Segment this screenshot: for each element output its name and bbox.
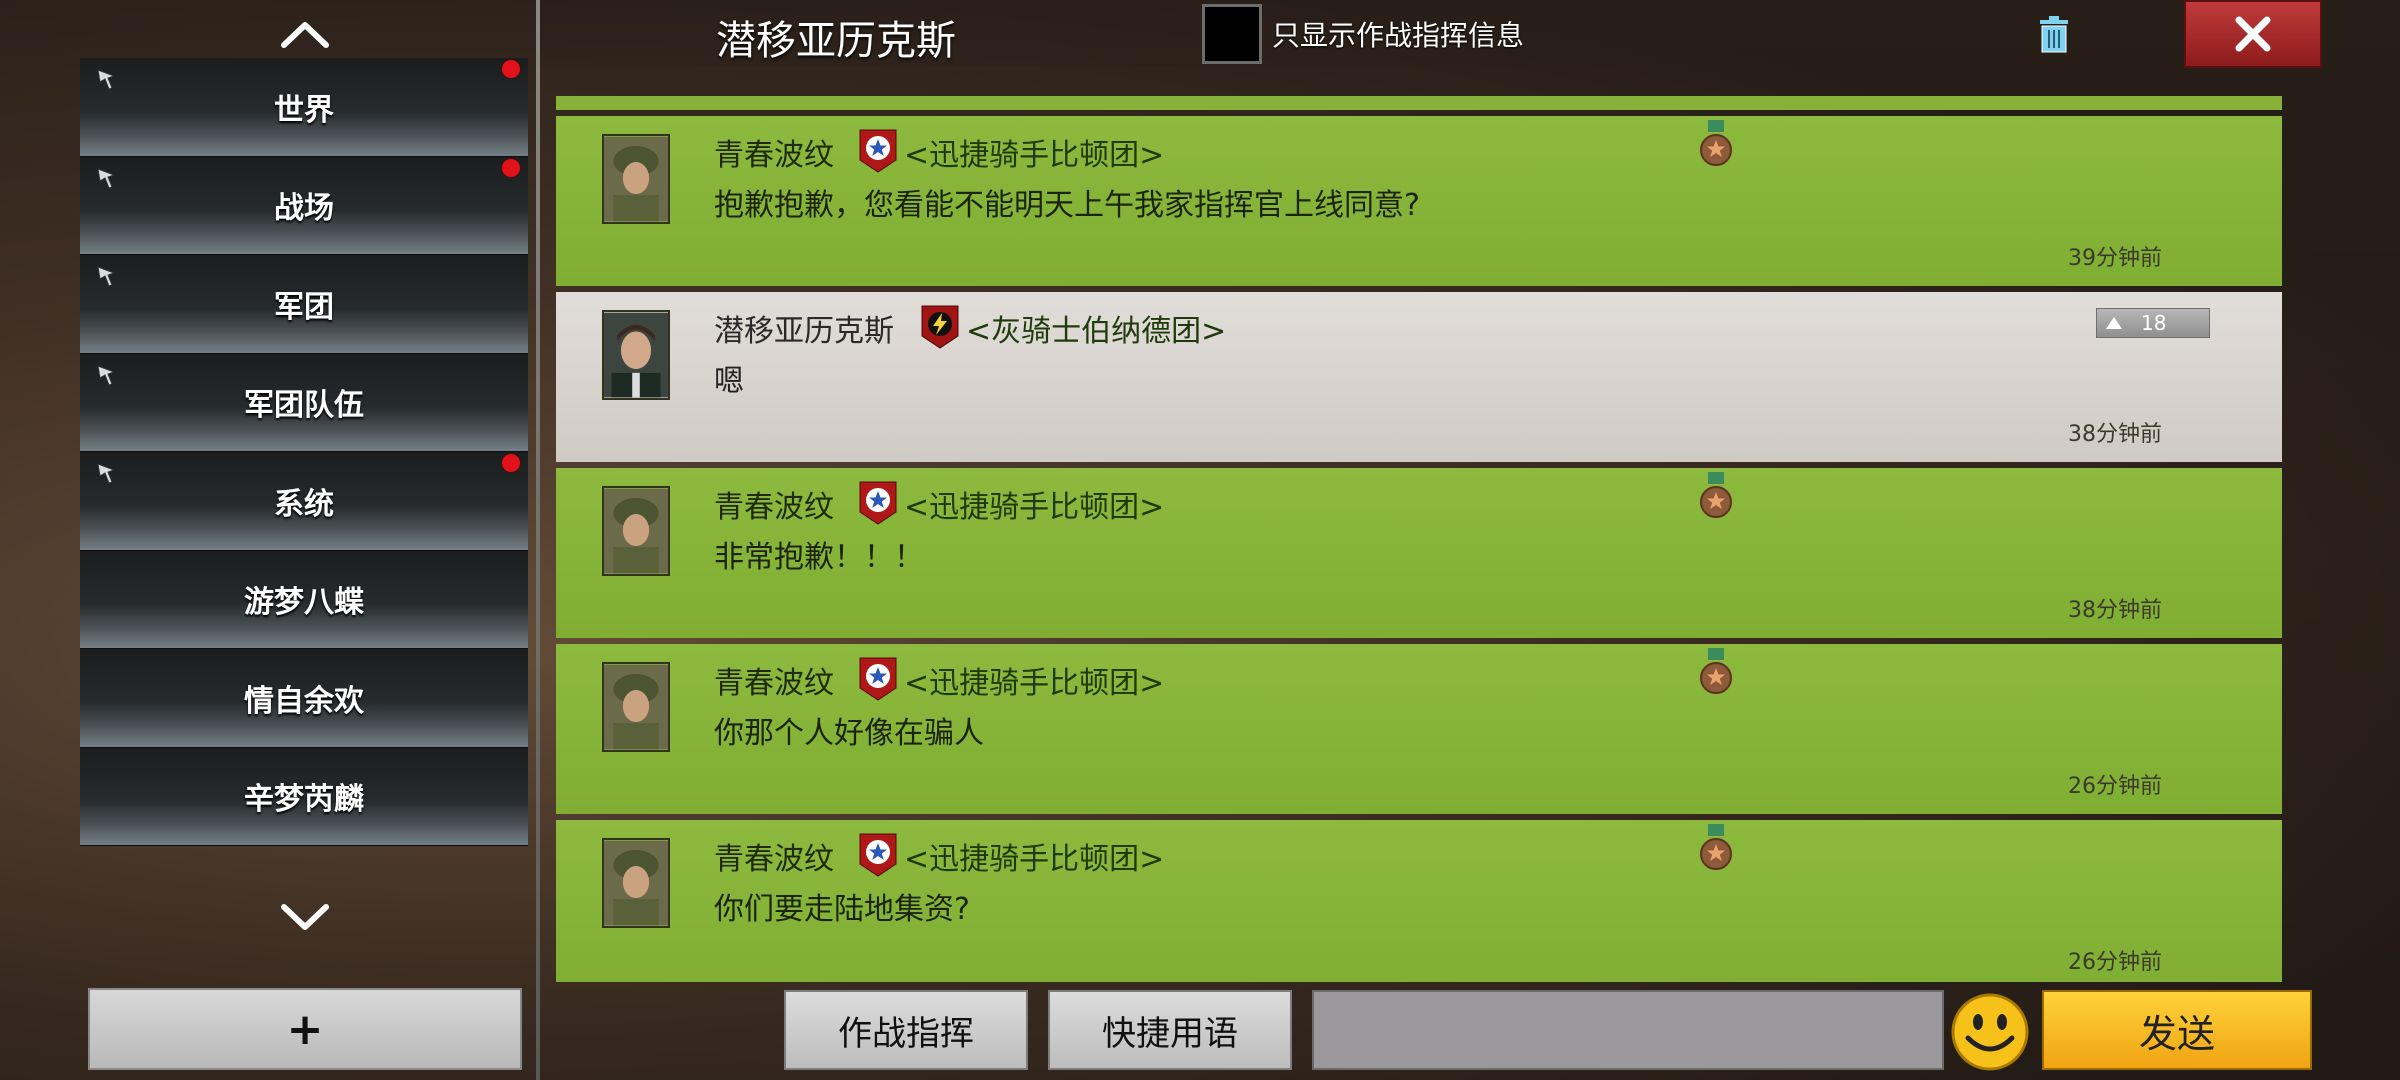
channel-legion-team[interactable]: 军团队伍 <box>80 353 528 452</box>
unread-dot <box>502 158 520 177</box>
medal-icon <box>1700 120 1732 166</box>
panel-divider <box>536 0 540 1080</box>
channel-legion[interactable]: 军团 <box>80 255 528 354</box>
channel-label: 军团 <box>274 289 334 325</box>
command-only-checkbox[interactable] <box>1202 4 1262 64</box>
message-text: 非常抱歉！！！ <box>714 540 924 575</box>
avatar[interactable] <box>602 662 670 752</box>
message-text: 你那个人好像在骗人 <box>714 716 984 751</box>
medal-icon <box>1700 824 1732 870</box>
channel-battlefield[interactable]: 战场 <box>80 156 528 255</box>
star-legion-badge-icon <box>859 481 897 525</box>
channel-world[interactable]: 世界 <box>80 58 528 157</box>
medal-icon <box>1700 648 1732 694</box>
message-item: 潜移亚历克斯 <灰骑士伯纳德团> 嗯 18 38分钟前 <box>556 292 2282 462</box>
message-item: 青春波纹 <迅捷骑手比顿团> 你那个人好像在骗人 26分钟前 <box>556 644 2282 814</box>
channel-label: 辛梦芮麟 <box>244 782 364 818</box>
avatar[interactable] <box>602 134 670 224</box>
message-list[interactable]: 青春波纹 <迅捷骑手比顿团> 抱歉抱歉，您看能不能明天上午我家指挥官上线同意? … <box>556 98 2282 982</box>
rank-value: 18 <box>2141 311 2167 335</box>
channel-label: 军团队伍 <box>244 388 364 424</box>
pin-icon <box>97 364 116 386</box>
legion-name[interactable]: <迅捷骑手比顿团> <box>904 658 1164 702</box>
scroll-down-chevron-icon[interactable] <box>280 898 330 938</box>
avatar[interactable] <box>602 486 670 576</box>
message-item: 青春波纹 <迅捷骑手比顿团> 你们要走陆地集资? 26分钟前 <box>556 820 2282 982</box>
pin-icon <box>97 69 116 90</box>
pin-icon <box>97 167 116 189</box>
close-icon <box>2235 16 2271 52</box>
lightning-legion-badge-icon <box>921 305 959 349</box>
channel-sidebar: 世界 战场 军团 军团队伍 系统 游梦八蝶 情自余欢 辛梦芮麟 + <box>0 0 540 1080</box>
message-item: 青春波纹 <迅捷骑手比顿团> 抱歉抱歉，您看能不能明天上午我家指挥官上线同意? … <box>556 116 2282 286</box>
pin-icon <box>97 266 116 287</box>
chat-title: 潜移亚历克斯 <box>716 18 956 64</box>
channel-private-2[interactable]: 情自余欢 <box>80 649 528 748</box>
message-time: 26分钟前 <box>2068 950 2162 975</box>
message-text: 你们要走陆地集资? <box>714 892 970 927</box>
sender-name[interactable]: 青春波纹 <box>714 658 834 702</box>
channel-private-1[interactable]: 游梦八蝶 <box>80 550 528 649</box>
channel-system[interactable]: 系统 <box>80 452 528 551</box>
combat-command-button[interactable]: 作战指挥 <box>784 990 1028 1070</box>
message-time: 39分钟前 <box>2068 246 2162 271</box>
star-legion-badge-icon <box>859 129 897 173</box>
channel-list: 世界 战场 军团 军团队伍 系统 游梦八蝶 情自余欢 辛梦芮麟 <box>80 58 528 846</box>
channel-label: 系统 <box>274 486 334 522</box>
unread-dot <box>502 454 520 472</box>
sender-name[interactable]: 潜移亚历克斯 <box>714 306 894 350</box>
sender-name[interactable]: 青春波纹 <box>714 834 834 878</box>
sender-name[interactable]: 青春波纹 <box>714 482 834 526</box>
quick-phrase-button[interactable]: 快捷用语 <box>1048 990 1292 1070</box>
message-time: 38分钟前 <box>2068 598 2162 623</box>
avatar[interactable] <box>602 838 670 928</box>
message-time: 38分钟前 <box>2068 422 2162 447</box>
channel-label: 世界 <box>274 92 334 128</box>
avatar[interactable] <box>602 310 670 400</box>
command-only-label: 只显示作战指挥信息 <box>1272 19 1525 52</box>
channel-private-3[interactable]: 辛梦芮麟 <box>80 747 528 846</box>
add-channel-button[interactable]: + <box>88 988 522 1070</box>
message-time: 26分钟前 <box>2068 774 2162 799</box>
message-text: 嗯 <box>714 364 744 399</box>
message-item: 青春波纹 <迅捷骑手比顿团> 非常抱歉！！！ 38分钟前 <box>556 468 2282 638</box>
legion-name[interactable]: <迅捷骑手比顿团> <box>904 482 1164 526</box>
close-button[interactable] <box>2184 0 2322 68</box>
channel-label: 战场 <box>274 191 334 227</box>
medal-icon <box>1700 472 1732 518</box>
emoji-smiley-icon[interactable] <box>1950 992 2030 1072</box>
send-button[interactable]: 发送 <box>2042 990 2312 1070</box>
unread-dot <box>502 60 520 78</box>
rank-up-arrow-icon <box>2106 317 2122 329</box>
legion-name[interactable]: <灰骑士伯纳德团> <box>966 306 1226 350</box>
legion-name[interactable]: <迅捷骑手比顿团> <box>904 130 1164 174</box>
pin-icon <box>97 463 116 484</box>
sender-name[interactable]: 青春波纹 <box>714 130 834 174</box>
rank-badge: 18 <box>2096 308 2210 338</box>
scroll-up-chevron-icon[interactable] <box>280 14 330 54</box>
star-legion-badge-icon <box>859 833 897 877</box>
message-text: 抱歉抱歉，您看能不能明天上午我家指挥官上线同意? <box>714 188 1420 223</box>
chat-input[interactable] <box>1312 990 1944 1070</box>
channel-label: 情自余欢 <box>244 683 364 719</box>
channel-label: 游梦八蝶 <box>244 585 364 621</box>
legion-name[interactable]: <迅捷骑手比顿团> <box>904 834 1164 878</box>
star-legion-badge-icon <box>859 657 897 701</box>
trash-icon[interactable] <box>2034 14 2074 54</box>
